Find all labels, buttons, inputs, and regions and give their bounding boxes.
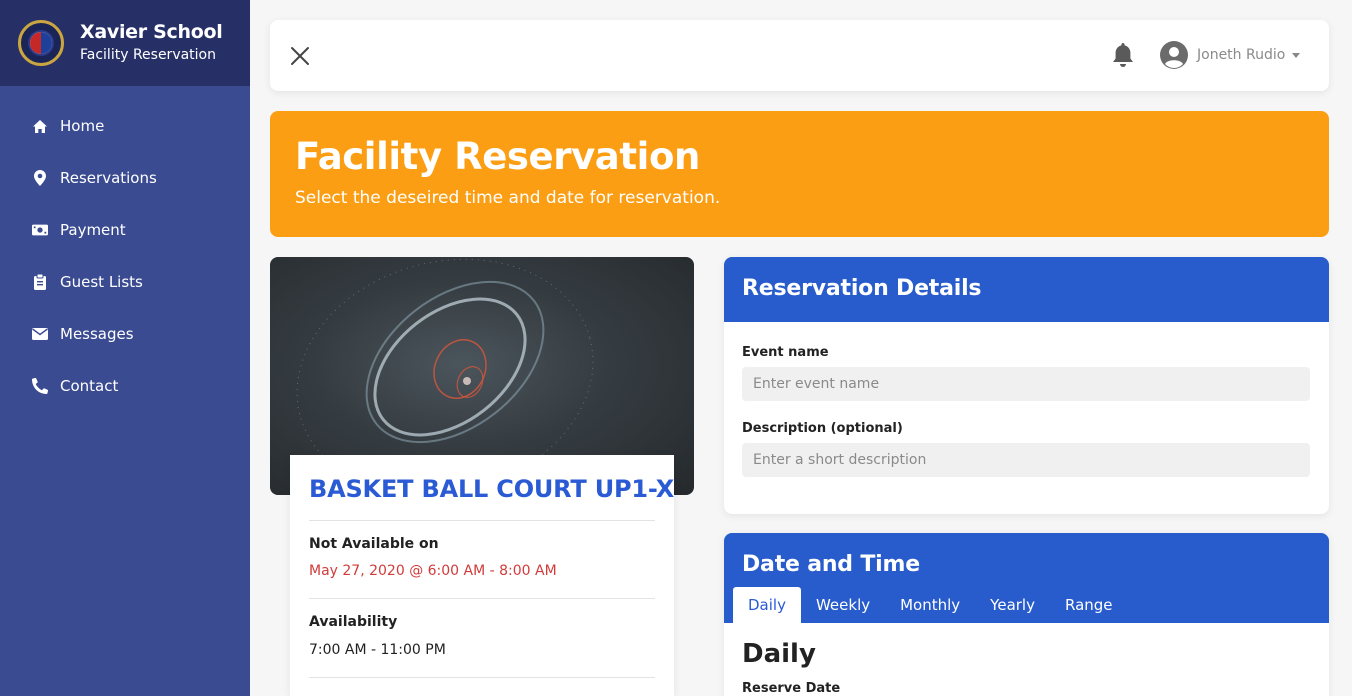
event-name-input[interactable] [742, 367, 1310, 401]
availability-value: 7:00 AM - 11:00 PM [309, 642, 446, 658]
home-icon [32, 118, 48, 134]
page-banner: Facility Reservation Select the deseired… [270, 111, 1329, 237]
reserve-date-label: Reserve Date [742, 681, 841, 696]
phone-icon [32, 378, 48, 394]
divider [309, 677, 655, 678]
schedule-tabs: Daily Weekly Monthly Yearly Range [733, 587, 1128, 623]
description-label: Description (optional) [742, 421, 903, 436]
clipboard-icon [32, 274, 48, 290]
sidebar-nav: Home Reservations Payment Guest Lists Me… [0, 86, 250, 412]
brand-title: Xavier School [80, 21, 223, 43]
chevron-down-icon [1292, 52, 1301, 58]
sidebar-item-contact[interactable]: Contact [0, 360, 250, 412]
sidebar-item-reservations[interactable]: Reservations [0, 152, 250, 204]
school-logo [18, 20, 64, 66]
reservation-details-title: Reservation Details [742, 276, 982, 301]
divider [309, 520, 655, 521]
money-bill-icon [32, 222, 48, 238]
date-time-title: Date and Time [742, 552, 920, 577]
bell-icon[interactable] [1108, 40, 1138, 70]
not-available-value: May 27, 2020 @ 6:00 AM - 8:00 AM [309, 563, 557, 579]
user-menu[interactable]: Joneth Rudio [1160, 40, 1301, 70]
close-icon[interactable] [290, 46, 310, 66]
avatar [1160, 41, 1188, 69]
page-title: Facility Reservation [295, 135, 700, 178]
divider [309, 598, 655, 599]
envelope-icon [32, 326, 48, 342]
not-available-label: Not Available on [309, 536, 439, 552]
date-time-panel: Date and Time Daily Weekly Monthly Yearl… [724, 533, 1329, 696]
map-pin-icon [32, 170, 48, 186]
tab-monthly[interactable]: Monthly [885, 587, 975, 623]
sidebar-item-label: Contact [60, 377, 119, 395]
sidebar-item-label: Guest Lists [60, 273, 143, 291]
sidebar-item-payment[interactable]: Payment [0, 204, 250, 256]
sidebar-item-messages[interactable]: Messages [0, 308, 250, 360]
user-name: Joneth Rudio [1197, 47, 1286, 63]
brand-header: Xavier School Facility Reservation [0, 0, 250, 86]
reservation-details-panel: Reservation Details Event name Descripti… [724, 257, 1329, 514]
top-bar: Joneth Rudio [270, 20, 1329, 91]
facility-card: BASKET BALL COURT UP1-X Not Available on… [290, 455, 674, 696]
tab-weekly[interactable]: Weekly [801, 587, 885, 623]
brand-subtitle: Facility Reservation [80, 47, 216, 63]
sidebar-item-guest-lists[interactable]: Guest Lists [0, 256, 250, 308]
tab-yearly[interactable]: Yearly [975, 587, 1050, 623]
page-subtitle: Select the deseired time and date for re… [295, 188, 721, 208]
facility-name: BASKET BALL COURT UP1-X [309, 475, 674, 503]
sidebar-item-label: Reservations [60, 169, 157, 187]
description-input[interactable] [742, 443, 1310, 477]
sidebar-item-home[interactable]: Home [0, 100, 250, 152]
sidebar-item-label: Home [60, 117, 105, 135]
event-name-label: Event name [742, 345, 829, 360]
sidebar-item-label: Payment [60, 221, 126, 239]
tab-range[interactable]: Range [1050, 587, 1128, 623]
section-heading: Daily [742, 639, 816, 669]
sidebar: Xavier School Facility Reservation Home … [0, 0, 250, 696]
sidebar-item-label: Messages [60, 325, 134, 343]
tab-daily[interactable]: Daily [733, 587, 801, 623]
availability-label: Availability [309, 614, 398, 630]
